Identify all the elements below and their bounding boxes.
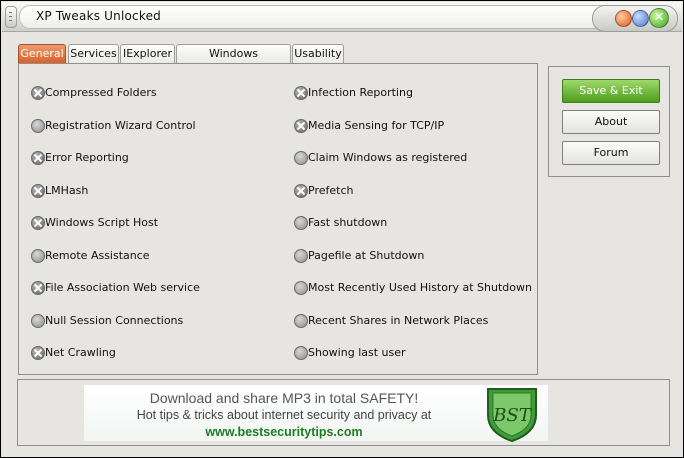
radio-icon[interactable]	[294, 151, 308, 165]
tab-services[interactable]: Services	[68, 44, 119, 63]
about-button[interactable]: About	[562, 110, 660, 134]
app-window: XP Tweaks Unlocked ✕ General Services IE…	[0, 0, 684, 458]
option-label: Registration Wizard Control	[45, 119, 196, 132]
tab-usability[interactable]: Usability	[292, 44, 344, 63]
radio-icon[interactable]	[294, 314, 308, 328]
option-label: Fast shutdown	[308, 216, 388, 229]
option-label: Most Recently Used History at Shutdown	[308, 281, 532, 294]
option-label: Compressed Folders	[45, 86, 157, 99]
option-label: File Association Web service	[45, 281, 200, 294]
title-bar[interactable]: XP Tweaks Unlocked ✕	[2, 2, 682, 32]
option-label: Pagefile at Shutdown	[308, 249, 425, 262]
radio-icon[interactable]	[31, 249, 45, 263]
checked-radio-icon[interactable]	[294, 86, 308, 100]
radio-icon[interactable]	[31, 119, 45, 133]
minimize-icon[interactable]	[615, 10, 632, 27]
option-label: Recent Shares in Network Places	[308, 314, 489, 327]
banner-subline: Hot tips & tricks about internet securit…	[136, 408, 432, 422]
checked-radio-icon[interactable]	[294, 184, 308, 198]
window-controls: ✕	[592, 5, 678, 32]
option-label: Windows Script Host	[45, 216, 159, 229]
checked-radio-icon[interactable]	[31, 151, 45, 165]
checked-radio-icon[interactable]	[31, 184, 45, 198]
tab-general[interactable]: General	[18, 44, 66, 63]
checked-radio-icon[interactable]	[31, 281, 45, 295]
close-icon[interactable]: ✕	[649, 8, 669, 28]
checked-radio-icon[interactable]	[31, 346, 45, 360]
option-label: Net Crawling	[45, 346, 116, 359]
banner-frame: Download and share MP3 in total SAFETY! …	[17, 379, 670, 446]
options-panel: Compressed Folders Registration Wizard C…	[18, 63, 538, 375]
save-exit-button[interactable]: Save & Exit	[562, 79, 660, 103]
window-title: XP Tweaks Unlocked	[36, 9, 161, 23]
checked-radio-icon[interactable]	[294, 119, 308, 133]
ad-banner[interactable]: Download and share MP3 in total SAFETY! …	[84, 385, 548, 443]
banner-headline: Download and share MP3 in total SAFETY!	[149, 390, 419, 406]
shield-logo-icon: BST	[487, 388, 537, 443]
radio-icon[interactable]	[294, 216, 308, 230]
option-label: Claim Windows as registered	[308, 151, 468, 164]
system-menu-grip-icon[interactable]	[5, 6, 17, 28]
tab-iexplorer[interactable]: IExplorer	[120, 44, 175, 63]
tab-windows-mediaplayer[interactable]: Windows MediaPlayer	[176, 44, 291, 77]
checked-radio-icon[interactable]	[31, 216, 45, 230]
radio-icon[interactable]	[294, 281, 308, 295]
option-label: Error Reporting	[45, 151, 129, 164]
radio-icon[interactable]	[31, 314, 45, 328]
banner-url-link[interactable]: www.bestsecuritytips.com	[84, 425, 484, 439]
radio-icon[interactable]	[294, 249, 308, 263]
option-label: Infection Reporting	[308, 86, 413, 99]
option-label: Showing last user	[308, 346, 406, 359]
option-label: Remote Assistance	[45, 249, 150, 262]
option-label: LMHash	[45, 184, 89, 197]
title-pill: XP Tweaks Unlocked	[19, 5, 621, 29]
radio-icon[interactable]	[294, 346, 308, 360]
action-panel: Save & Exit About Forum	[548, 66, 670, 177]
forum-button[interactable]: Forum	[562, 141, 660, 165]
maximize-icon[interactable]	[632, 10, 649, 27]
option-label: Null Session Connections	[45, 314, 184, 327]
option-label: Prefetch	[308, 184, 354, 197]
checked-radio-icon[interactable]	[31, 86, 45, 100]
logo-lettering: BST	[492, 405, 533, 426]
option-label: Media Sensing for TCP/IP	[308, 119, 445, 132]
